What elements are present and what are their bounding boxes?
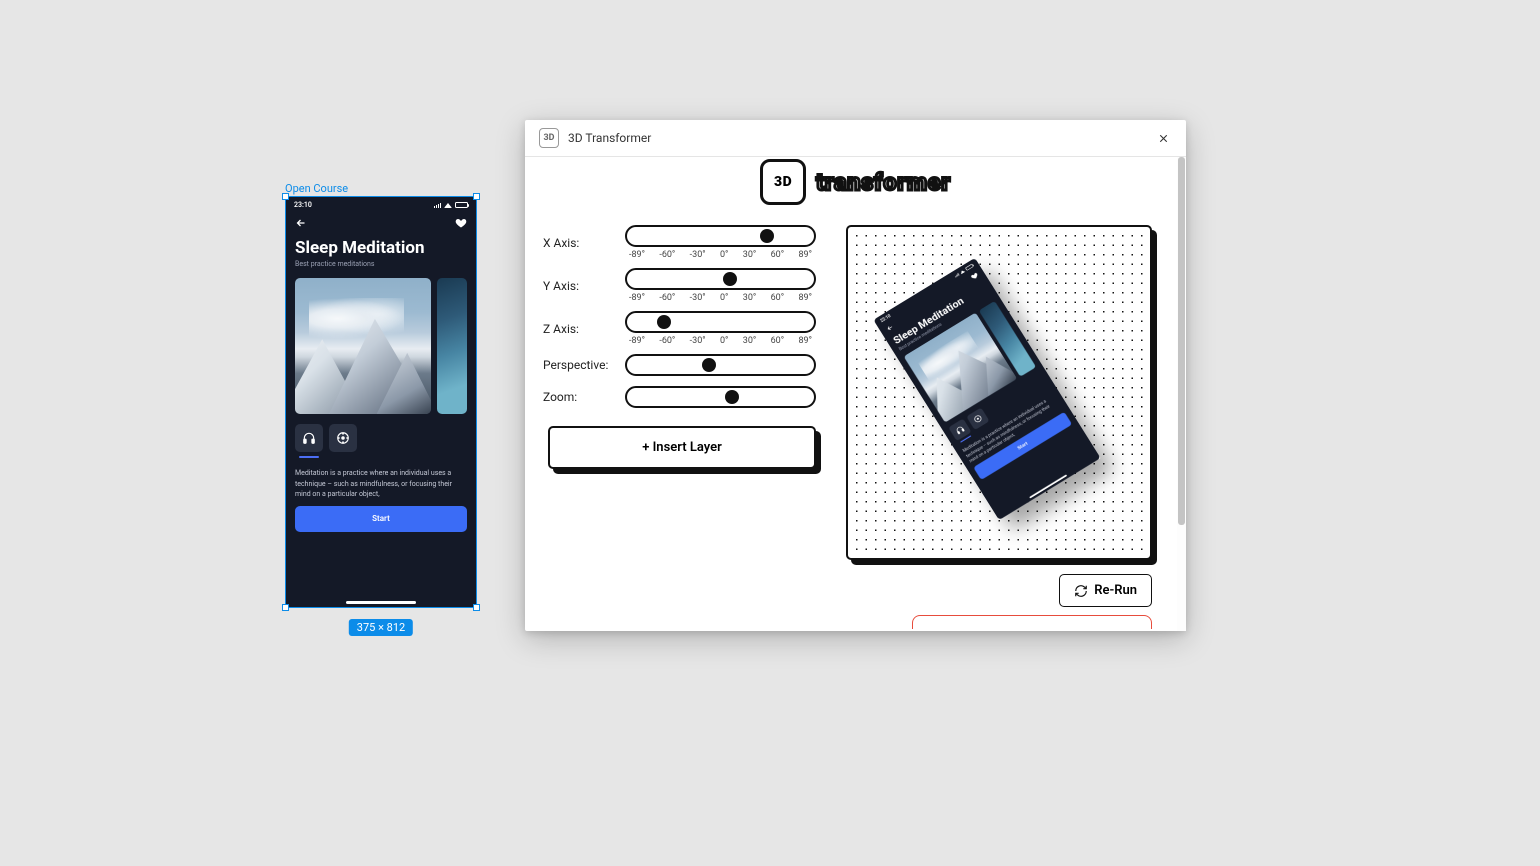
panel-body: 3D transformer X Axis: -89° -60° -30° 0° 30° 6… [525, 157, 1186, 631]
tick-label: -89° [629, 293, 645, 303]
slider-knob[interactable] [725, 390, 739, 404]
description: Meditation is a practice where an indivi… [285, 458, 477, 500]
tick-label: 60° [771, 250, 784, 260]
hero-image[interactable] [295, 278, 431, 414]
scrollbar[interactable] [1177, 157, 1186, 631]
close-button[interactable] [1154, 129, 1172, 147]
chip-row [285, 414, 477, 452]
slider[interactable] [625, 386, 816, 408]
control-row: Y Axis: -89° -60° -30° 0° 30° 60° 89° [543, 268, 816, 303]
control-label: X Axis: [543, 236, 625, 250]
tick-label: 89° [798, 336, 811, 346]
selected-frame[interactable]: Open Course 23:10 Sleep Meditation Best … [285, 196, 477, 608]
control-row: Zoom: [543, 386, 816, 408]
tick-label: -60° [659, 336, 675, 346]
home-indicator [346, 601, 416, 604]
slider-knob[interactable] [723, 272, 737, 286]
tick-label: 60° [771, 293, 784, 303]
logo-badge: 3D [760, 159, 806, 205]
tick-label: 30° [743, 336, 756, 346]
slider[interactable]: -89° -60° -30° 0° 30° 60° 89° [625, 225, 816, 260]
back-icon[interactable] [295, 217, 307, 229]
insert-layer-button[interactable]: + Insert Layer [548, 426, 816, 469]
partial-red-box [912, 615, 1152, 629]
status-bar: 23:10 [285, 196, 477, 211]
tick-label: -89° [629, 336, 645, 346]
nav-row [285, 211, 477, 231]
plugin-logo: 3D transformer [525, 157, 1186, 211]
hero-image-peek[interactable] [437, 278, 467, 414]
status-time: 23:10 [294, 201, 312, 209]
rerun-label: Re-Run [1094, 583, 1137, 598]
headphones-chip[interactable] [295, 424, 323, 452]
tick-label: 60° [771, 336, 784, 346]
tick-label: -60° [659, 293, 675, 303]
video-chip[interactable] [329, 424, 357, 452]
control-label: Z Axis: [543, 322, 625, 336]
heart-icon[interactable] [455, 217, 467, 229]
scrollbar-thumb[interactable] [1178, 157, 1185, 525]
control-row: Z Axis: -89° -60° -30° 0° 30° 60° 89° [543, 311, 816, 346]
frame-label[interactable]: Open Course [285, 182, 348, 195]
size-badge: 375 × 812 [349, 619, 413, 636]
battery-icon [455, 202, 468, 208]
tick-label: 30° [743, 293, 756, 303]
phone-frame[interactable]: 23:10 Sleep Meditation Best practice med… [285, 196, 477, 608]
tick-label: -30° [690, 250, 706, 260]
tick-label: -60° [659, 250, 675, 260]
tick-label: 89° [798, 293, 811, 303]
tick-label: -30° [690, 293, 706, 303]
status-icons [434, 201, 468, 209]
control-label: Zoom: [543, 390, 625, 404]
plugin-panel[interactable]: 3D 3D Transformer 3D transformer X Axis:… [525, 120, 1186, 631]
tick-label: 30° [743, 250, 756, 260]
slider-knob[interactable] [760, 229, 774, 243]
tick-label: -89° [629, 250, 645, 260]
control-row: X Axis: -89° -60° -30° 0° 30° 60° 89° [543, 225, 816, 260]
slider-knob[interactable] [702, 358, 716, 372]
screen-subtitle: Best practice meditations [285, 260, 477, 268]
slider-ticks: -89° -60° -30° 0° 30° 60° 89° [625, 333, 816, 346]
tick-label: -30° [690, 336, 706, 346]
tick-label: 0° [720, 336, 728, 346]
wifi-icon [444, 203, 452, 208]
slider-ticks: -89° -60° -30° 0° 30° 60° 89° [625, 290, 816, 303]
hero-image-row [285, 268, 477, 414]
slider[interactable] [625, 354, 816, 376]
slider-knob[interactable] [657, 315, 671, 329]
control-row: Perspective: [543, 354, 816, 376]
tick-label: 0° [720, 293, 728, 303]
logo-text: transformer [816, 169, 951, 196]
controls-column: X Axis:-89°-60°-30°0°30°60°89°Y Axis:-89… [543, 225, 816, 560]
plugin-icon: 3D [539, 128, 559, 148]
control-label: Y Axis: [543, 279, 625, 293]
tick-label: 0° [720, 250, 728, 260]
preview-canvas[interactable]: 23:10 Sleep Medi [846, 225, 1152, 560]
screen-title: Sleep Meditation [285, 231, 477, 260]
panel-title: 3D Transformer [568, 131, 1154, 145]
slider[interactable]: -89° -60° -30° 0° 30° 60° 89° [625, 311, 816, 346]
control-label: Perspective: [543, 358, 625, 372]
rerun-button[interactable]: Re-Run [1059, 574, 1152, 607]
tick-label: 89° [798, 250, 811, 260]
slider[interactable]: -89° -60° -30° 0° 30° 60° 89° [625, 268, 816, 303]
start-button[interactable]: Start [295, 506, 467, 532]
panel-header: 3D 3D Transformer [525, 120, 1186, 157]
signal-icon [434, 203, 441, 208]
slider-ticks: -89° -60° -30° 0° 30° 60° 89° [625, 247, 816, 260]
